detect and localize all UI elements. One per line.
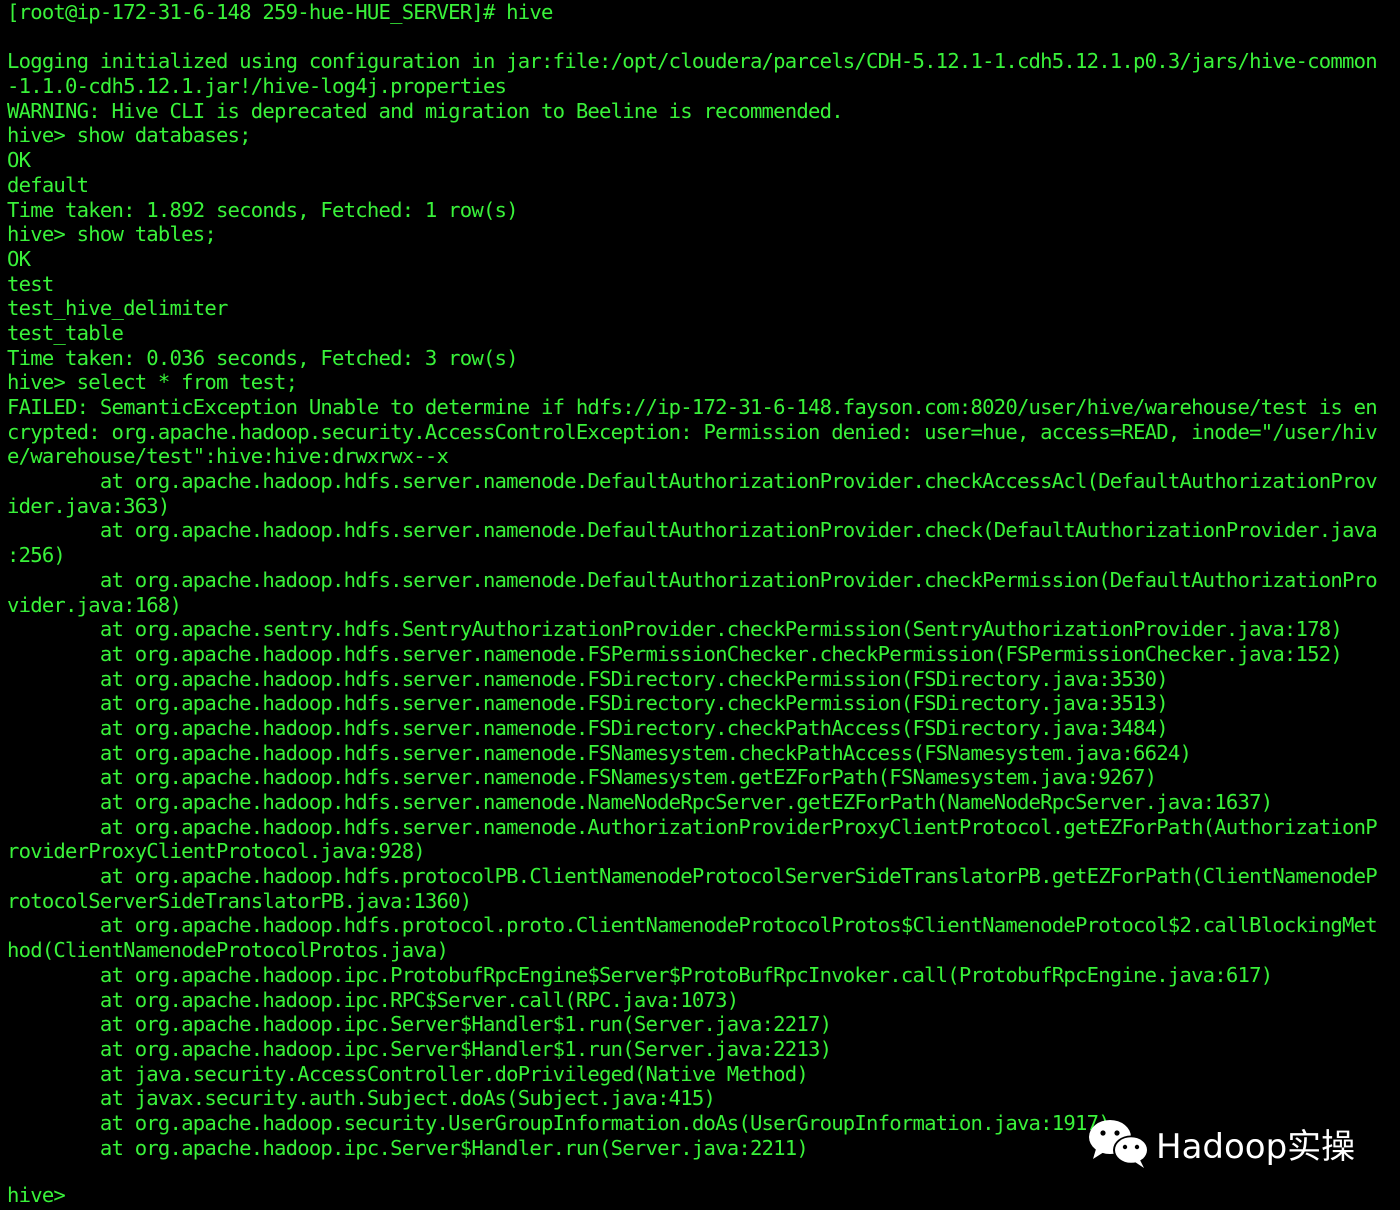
- terminal-line: e/warehouse/test":hive:hive:drwxrwx--x: [7, 444, 449, 469]
- terminal-line: at org.apache.hadoop.hdfs.server.namenod…: [7, 518, 1378, 543]
- terminal-output: [root@ip-172-31-6-148 259-hue-HUE_SERVER…: [7, 0, 1400, 1185]
- terminal-line: test_hive_delimiter: [7, 296, 228, 321]
- terminal-line: vider.java:168): [7, 592, 182, 617]
- terminal-line: at org.apache.hadoop.hdfs.server.namenod…: [7, 790, 1273, 814]
- terminal-line: OK: [7, 148, 31, 173]
- terminal-line: hod(ClientNamenodeProtocolProtos.java): [7, 938, 449, 963]
- terminal-line: at org.apache.hadoop.hdfs.server.namenod…: [7, 740, 1192, 765]
- terminal-line: :256): [7, 543, 66, 568]
- terminal-line: at org.apache.hadoop.security.UserGroupI…: [7, 1110, 1111, 1135]
- terminal-line: -1.1.0-cdh5.12.1.jar!/hive-log4j.propert…: [7, 74, 507, 99]
- terminal-line: crypted: org.apache.hadoop.security.Acce…: [7, 419, 1378, 444]
- terminal-line: at org.apache.hadoop.hdfs.server.namenod…: [7, 666, 1169, 691]
- terminal-line: OK: [7, 246, 31, 271]
- terminal-window[interactable]: [root@ip-172-31-6-148 259-hue-HUE_SERVER…: [0, 0, 1400, 1210]
- hive-prompt[interactable]: hive>: [7, 1183, 66, 1208]
- terminal-line: roviderProxyClientProtocol.java:928): [7, 839, 426, 864]
- terminal-line: at org.apache.hadoop.hdfs.server.namenod…: [7, 765, 1157, 790]
- terminal-line: at org.apache.hadoop.hdfs.protocolPB.Cli…: [7, 864, 1378, 889]
- terminal-line: at org.apache.hadoop.hdfs.server.namenod…: [7, 715, 1169, 740]
- terminal-line: default: [7, 172, 89, 197]
- terminal-line: FAILED: SemanticException Unable to dete…: [7, 395, 1378, 419]
- terminal-line: [root@ip-172-31-6-148 259-hue-HUE_SERVER…: [7, 0, 553, 24]
- terminal-line: rotocolServerSideTranslatorPB.java:1360): [7, 888, 472, 913]
- terminal-line: WARNING: Hive CLI is deprecated and migr…: [7, 98, 844, 123]
- terminal-line: at org.apache.hadoop.hdfs.server.namenod…: [7, 814, 1378, 839]
- terminal-line: at org.apache.hadoop.ipc.Server$Handler.…: [7, 1135, 809, 1160]
- terminal-line: Time taken: 0.036 seconds, Fetched: 3 ro…: [7, 345, 519, 370]
- terminal-line: at org.apache.hadoop.hdfs.server.namenod…: [7, 567, 1378, 592]
- terminal-line: at org.apache.hadoop.hdfs.server.namenod…: [7, 691, 1169, 716]
- terminal-line: at java.security.AccessController.doPriv…: [7, 1061, 809, 1086]
- terminal-line: ider.java:363): [7, 493, 170, 518]
- terminal-line: at org.apache.hadoop.hdfs.server.namenod…: [7, 641, 1343, 666]
- terminal-line: at javax.security.auth.Subject.doAs(Subj…: [7, 1086, 716, 1111]
- terminal-line: test_table: [7, 320, 124, 345]
- terminal-line: Logging initialized using configuration …: [7, 49, 1378, 74]
- terminal-line: hive> show tables;: [7, 222, 217, 247]
- terminal-line: at org.apache.sentry.hdfs.SentryAuthoriz…: [7, 617, 1343, 642]
- terminal-line: at org.apache.hadoop.ipc.Server$Handler$…: [7, 1036, 832, 1061]
- terminal-line: at org.apache.hadoop.hdfs.server.namenod…: [7, 469, 1378, 494]
- terminal-line: Time taken: 1.892 seconds, Fetched: 1 ro…: [7, 197, 519, 222]
- terminal-line: test: [7, 271, 54, 296]
- terminal-line: at org.apache.hadoop.hdfs.protocol.proto…: [7, 913, 1378, 938]
- terminal-line: hive> show databases;: [7, 123, 252, 148]
- terminal-line: at org.apache.hadoop.ipc.ProtobufRpcEngi…: [7, 962, 1273, 987]
- terminal-line: at org.apache.hadoop.ipc.RPC$Server.call…: [7, 987, 739, 1012]
- terminal-line: at org.apache.hadoop.ipc.Server$Handler$…: [7, 1012, 832, 1037]
- terminal-line: hive> select * from test;: [7, 370, 298, 395]
